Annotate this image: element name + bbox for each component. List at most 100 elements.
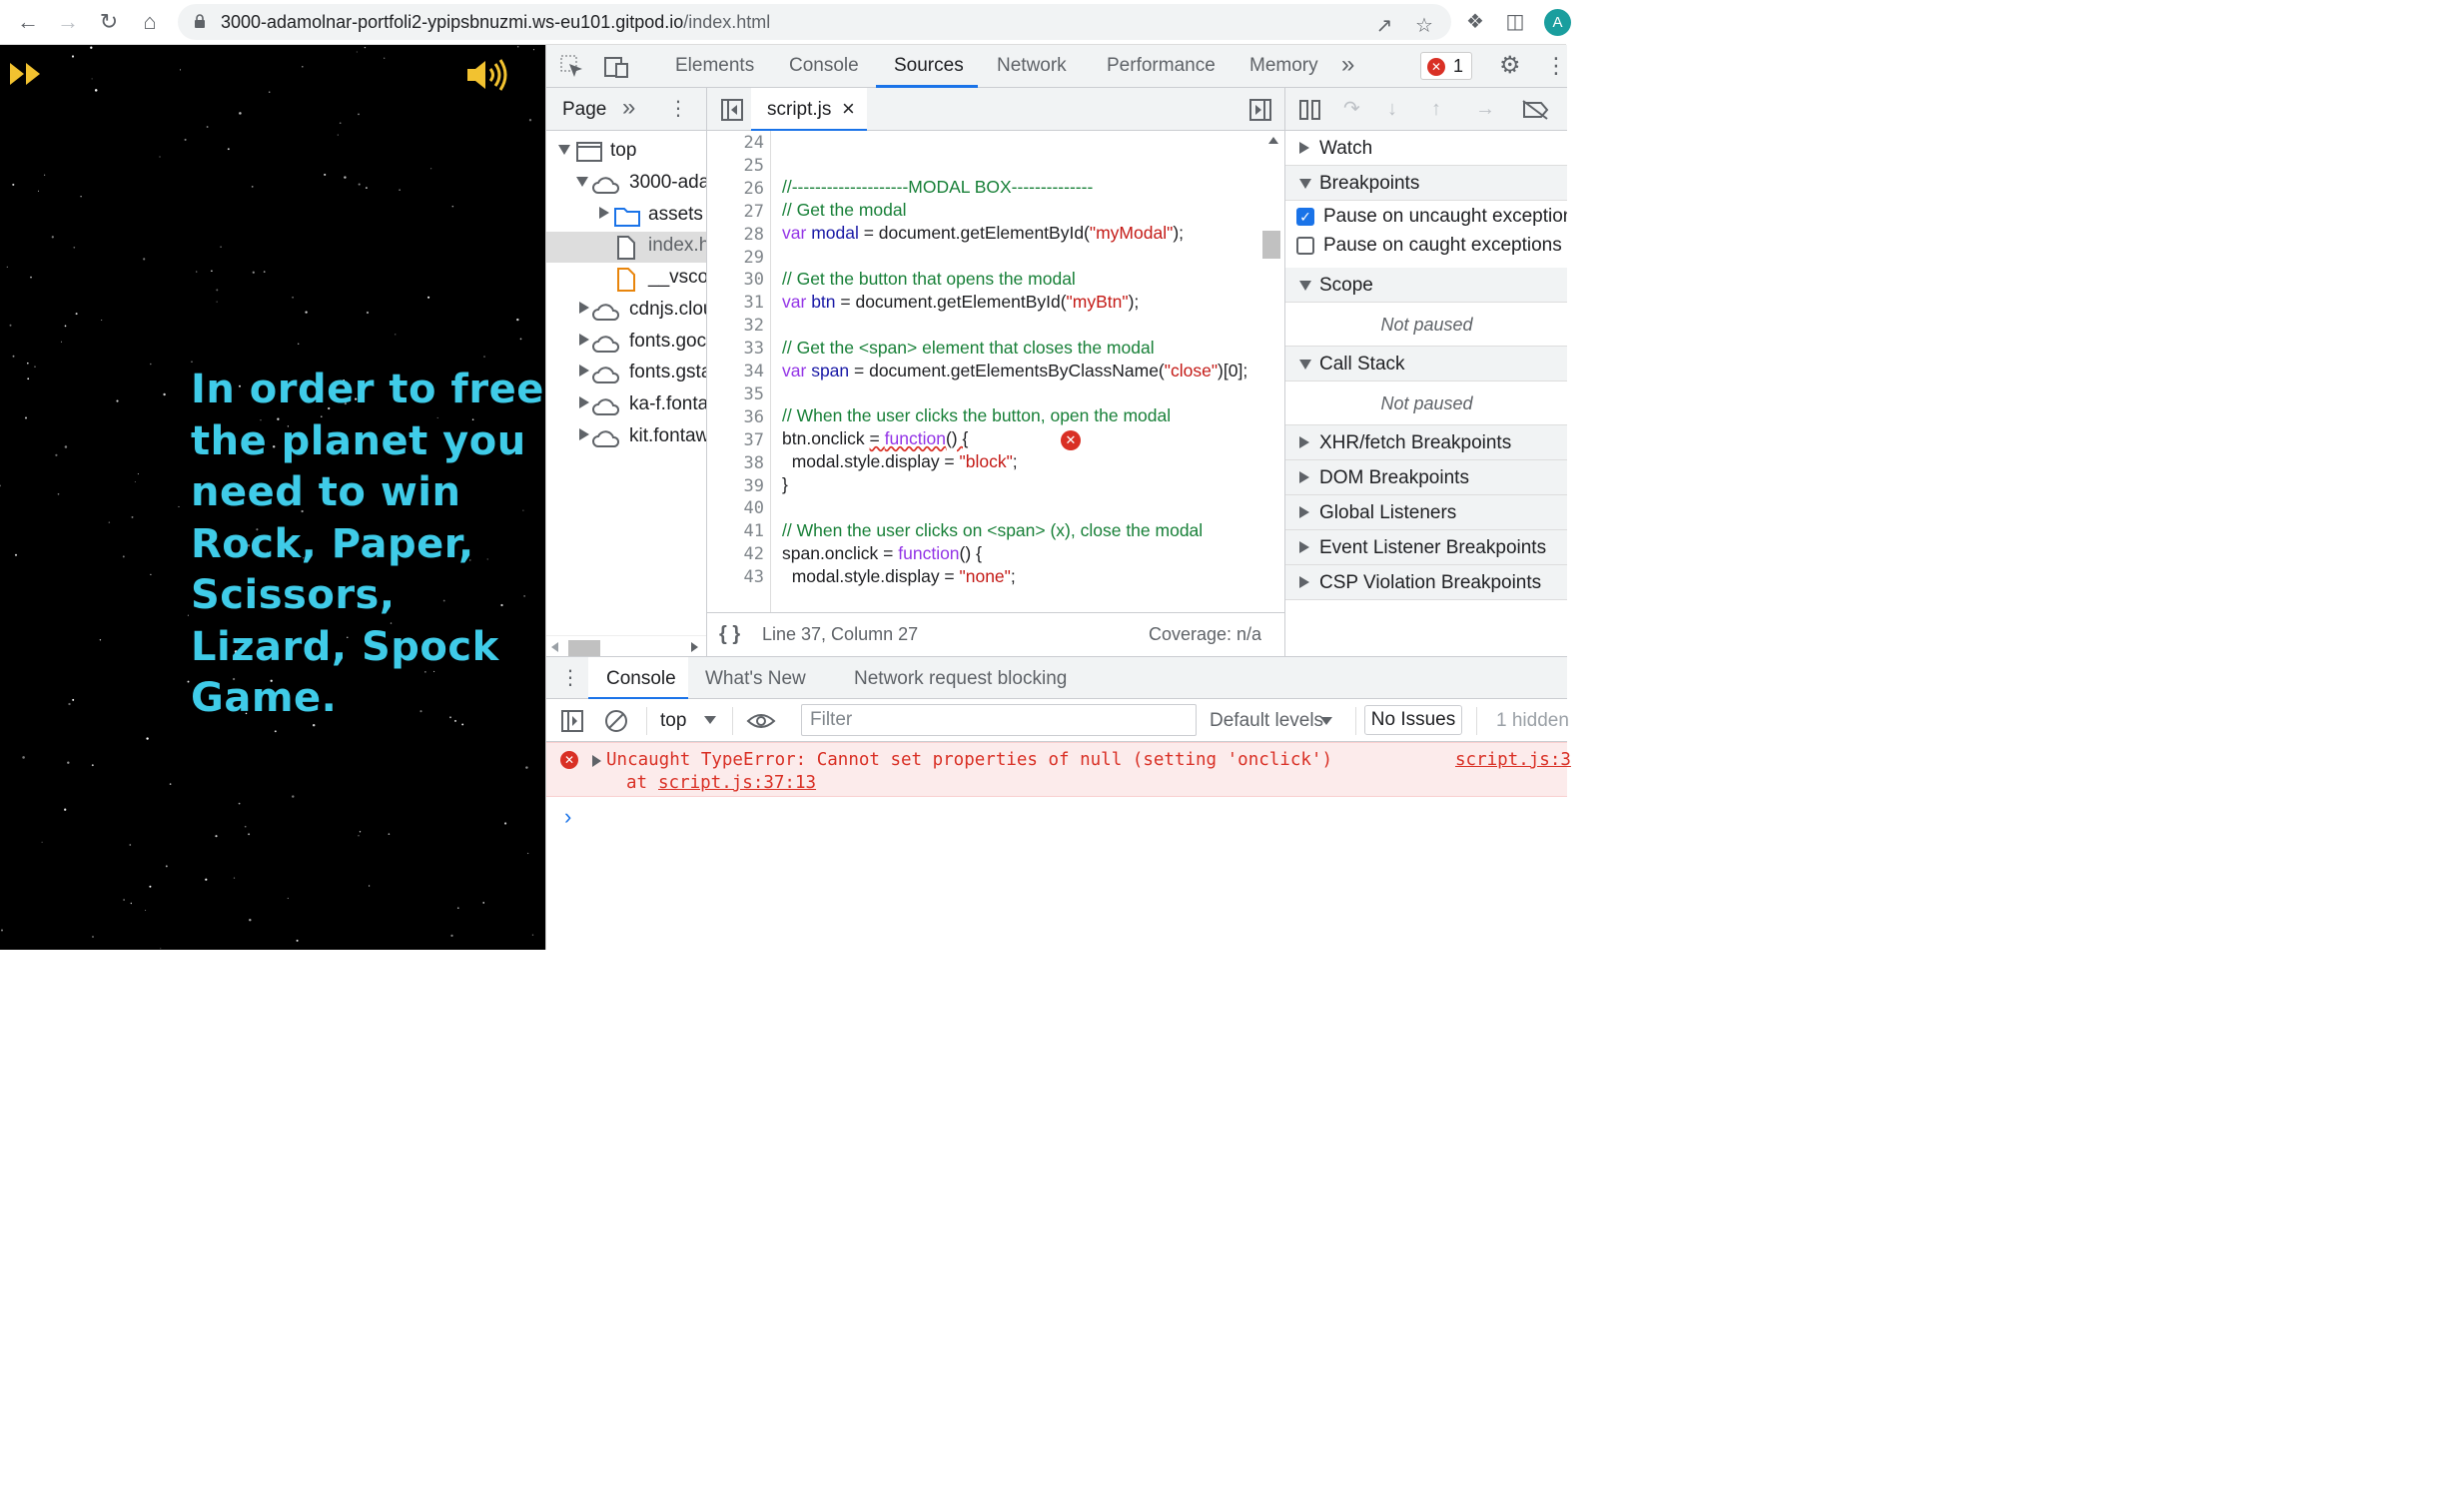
section-scope[interactable]: Scope <box>1285 268 1567 303</box>
scroll-up-icon[interactable] <box>1268 137 1278 144</box>
editor-vscrollbar[interactable] <box>1262 131 1284 635</box>
line-number[interactable]: 36 <box>744 407 764 427</box>
drawer-tab-whats-new[interactable]: What's New <box>705 668 806 690</box>
section-dom-breakpoints[interactable]: DOM Breakpoints <box>1285 460 1567 495</box>
tab-memory[interactable]: Memory <box>1249 55 1318 77</box>
line-number[interactable]: 37 <box>744 430 764 450</box>
tab-page[interactable]: Page <box>562 99 606 121</box>
reload-icon[interactable]: ↻ <box>95 8 123 36</box>
section-csp-breakpoints[interactable]: CSP Violation Breakpoints <box>1285 565 1567 600</box>
line-number[interactable]: 24 <box>744 133 764 153</box>
line-number[interactable]: 28 <box>744 225 764 245</box>
tree-item-fonts-gstatic[interactable]: fonts.gsta <box>546 359 706 389</box>
tree-item-cdnjs[interactable]: cdnjs.clou <box>546 296 706 327</box>
section-event-listener-breakpoints[interactable]: Event Listener Breakpoints <box>1285 530 1567 565</box>
pretty-print-icon[interactable]: { } <box>719 623 740 646</box>
section-global-listeners[interactable]: Global Listeners <box>1285 495 1567 530</box>
toggle-debugger-icon[interactable] <box>1249 99 1271 121</box>
tab-sources[interactable]: Sources <box>894 55 964 77</box>
fast-forward-icon[interactable] <box>10 61 44 87</box>
context-selector[interactable]: top <box>660 710 686 732</box>
pause-uncaught-option[interactable]: ✓ Pause on uncaught exceptions <box>1285 203 1567 233</box>
settings-gear-icon[interactable]: ⚙ <box>1499 54 1521 78</box>
tree-item-kit-fontawesome[interactable]: kit.fontaw <box>546 422 706 453</box>
extensions-icon[interactable]: ❖ <box>1463 10 1487 34</box>
step-into-icon[interactable]: ↓ <box>1387 97 1397 121</box>
line-number[interactable]: 31 <box>744 293 764 313</box>
navigator-menu-icon[interactable]: ⋮ <box>668 97 688 121</box>
issues-button[interactable]: No Issues <box>1364 705 1462 735</box>
drawer-tab-console[interactable]: Console <box>588 657 688 699</box>
tab-performance[interactable]: Performance <box>1107 55 1216 77</box>
code-content[interactable]: //--------------------MODAL BOX---------… <box>782 131 1261 635</box>
console-sidebar-icon[interactable] <box>561 710 583 732</box>
back-icon[interactable]: ← <box>14 8 42 36</box>
navigator-hscroll-thumb[interactable] <box>568 640 600 656</box>
line-number[interactable]: 40 <box>744 498 764 518</box>
home-icon[interactable]: ⌂ <box>136 8 164 36</box>
line-number[interactable]: 33 <box>744 339 764 359</box>
more-navigator-tabs-icon[interactable]: » <box>622 96 635 120</box>
toggle-navigator-icon[interactable] <box>721 99 743 121</box>
drawer-tab-network-request-blocking[interactable]: Network request blocking <box>854 668 1067 690</box>
line-number[interactable]: 29 <box>744 248 764 268</box>
line-number[interactable]: 41 <box>744 521 764 541</box>
step-over-icon[interactable]: ↷ <box>1343 97 1360 121</box>
line-number[interactable]: 38 <box>744 453 764 473</box>
device-toolbar-icon[interactable] <box>604 55 630 79</box>
filter-input[interactable]: Filter <box>801 704 1197 736</box>
line-number[interactable]: 34 <box>744 362 764 381</box>
more-tabs-icon[interactable]: » <box>1341 53 1354 77</box>
line-number[interactable]: 43 <box>744 567 764 587</box>
chevron-down-icon[interactable] <box>704 716 716 724</box>
line-number[interactable]: 26 <box>744 179 764 199</box>
tree-item-origin[interactable]: 3000-ada <box>546 169 706 200</box>
scroll-left-icon[interactable] <box>551 642 558 652</box>
avatar[interactable]: A <box>1544 9 1571 36</box>
line-number[interactable]: 32 <box>744 316 764 336</box>
volume-icon[interactable] <box>465 58 509 92</box>
scroll-right-icon[interactable] <box>691 642 698 652</box>
step-out-icon[interactable]: ↑ <box>1431 97 1441 121</box>
deactivate-breakpoints-icon[interactable] <box>1521 99 1549 121</box>
tree-item-fonts-googleapis[interactable]: fonts.goc <box>546 328 706 359</box>
address-bar[interactable]: 3000-adamolnar-portfoli2-ypipsbnuzmi.ws-… <box>178 4 1451 40</box>
side-panel-icon[interactable]: ◫ <box>1503 10 1527 34</box>
error-source-link[interactable]: script.js:3 <box>1455 750 1571 770</box>
pause-caught-option[interactable]: Pause on caught exceptions <box>1285 233 1567 263</box>
tree-item-vscode[interactable]: __vsco <box>546 264 706 295</box>
line-number[interactable]: 30 <box>744 270 764 290</box>
chevron-down-icon[interactable] <box>1320 717 1332 725</box>
expand-triangle-icon[interactable] <box>592 755 601 767</box>
file-tab-script-js[interactable]: script.js × <box>751 88 867 131</box>
log-levels-dropdown[interactable]: Default levels <box>1210 710 1323 732</box>
editor-vscroll-thumb[interactable] <box>1262 231 1280 259</box>
line-number[interactable]: 27 <box>744 202 764 222</box>
line-number[interactable]: 42 <box>744 544 764 564</box>
line-number[interactable]: 39 <box>744 476 764 496</box>
error-stack-link[interactable]: script.js:37:13 <box>658 773 816 793</box>
drawer-menu-icon[interactable]: ⋮ <box>560 666 580 690</box>
tree-item-ka-f-fontawesome[interactable]: ka-f.fonta <box>546 390 706 421</box>
pause-caught-checkbox[interactable] <box>1296 237 1314 255</box>
section-breakpoints[interactable]: Breakpoints <box>1285 166 1567 201</box>
section-watch[interactable]: Watch <box>1285 131 1567 166</box>
bookmark-star-icon[interactable]: ☆ <box>1412 14 1436 38</box>
tab-elements[interactable]: Elements <box>675 55 754 77</box>
more-options-icon[interactable]: ⋮ <box>1545 54 1567 78</box>
share-icon[interactable]: ↗ <box>1372 14 1396 38</box>
tab-console[interactable]: Console <box>789 55 859 77</box>
pause-resume-icon[interactable] <box>1299 100 1321 120</box>
error-count-badge[interactable]: ✕ 1 <box>1420 52 1472 80</box>
tree-item-top[interactable]: top <box>546 137 706 168</box>
tab-network[interactable]: Network <box>997 55 1067 77</box>
pause-uncaught-checkbox[interactable]: ✓ <box>1296 208 1314 226</box>
coverage-status[interactable]: Coverage: n/a <box>1149 624 1261 645</box>
eye-icon[interactable] <box>746 711 776 731</box>
console-prompt-icon[interactable]: › <box>564 804 571 830</box>
tree-item-index-html[interactable]: index.h <box>546 232 706 263</box>
line-number[interactable]: 35 <box>744 384 764 404</box>
step-icon[interactable]: → <box>1475 97 1495 121</box>
clear-console-icon[interactable] <box>604 709 628 733</box>
navigator-hscrollbar[interactable] <box>546 635 706 656</box>
